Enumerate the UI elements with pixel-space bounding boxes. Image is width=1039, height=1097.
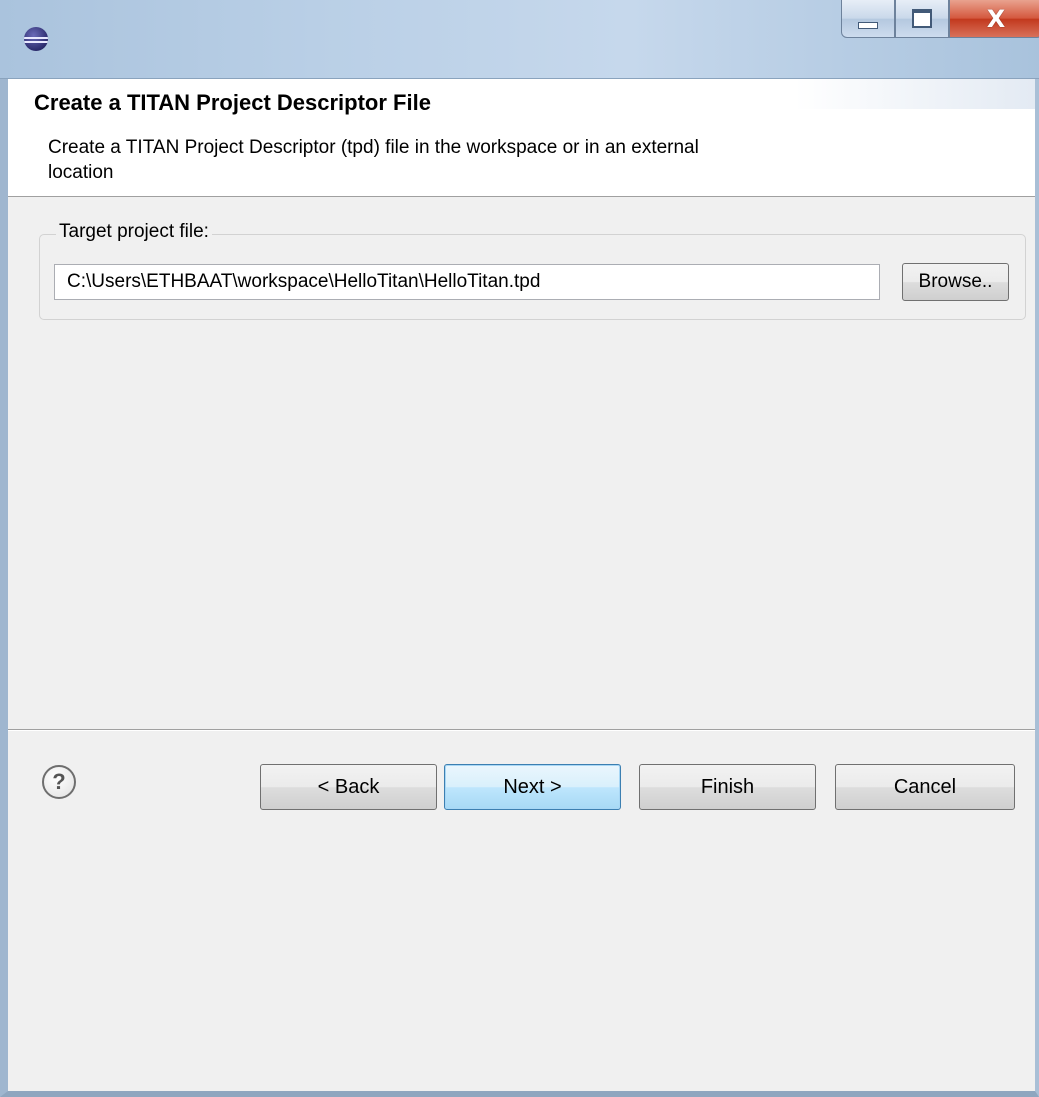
header-banner [795, 79, 1035, 109]
window-controls: X [841, 0, 1039, 40]
maximize-button[interactable] [895, 0, 949, 38]
maximize-icon [912, 9, 932, 28]
close-button[interactable]: X [949, 0, 1039, 38]
page-title: Create a TITAN Project Descriptor File [34, 90, 431, 115]
back-button[interactable]: < Back [260, 764, 437, 810]
button-bar-separator [8, 729, 1035, 731]
help-icon[interactable]: ? [42, 765, 76, 799]
target-path-input[interactable] [54, 264, 880, 300]
minimize-button[interactable] [841, 0, 895, 38]
next-button[interactable]: Next > [444, 764, 621, 810]
target-project-file-label: Target project file: [56, 221, 212, 243]
title-bar[interactable]: X [0, 0, 1039, 79]
page-description: Create a TITAN Project Descriptor (tpd) … [48, 137, 699, 183]
browse-button[interactable]: Browse.. [902, 263, 1009, 301]
cancel-button[interactable]: Cancel [835, 764, 1015, 810]
finish-button[interactable]: Finish [639, 764, 816, 810]
eclipse-icon[interactable] [24, 27, 48, 51]
wizard-dialog: X Create a TITAN Project Descriptor File… [0, 0, 1039, 1097]
wizard-header: Create a TITAN Project Descriptor File C… [8, 79, 1035, 197]
minimize-icon [858, 22, 878, 29]
target-project-file-group: Target project file: Browse.. [39, 221, 1026, 320]
close-icon: X [986, 4, 1006, 33]
